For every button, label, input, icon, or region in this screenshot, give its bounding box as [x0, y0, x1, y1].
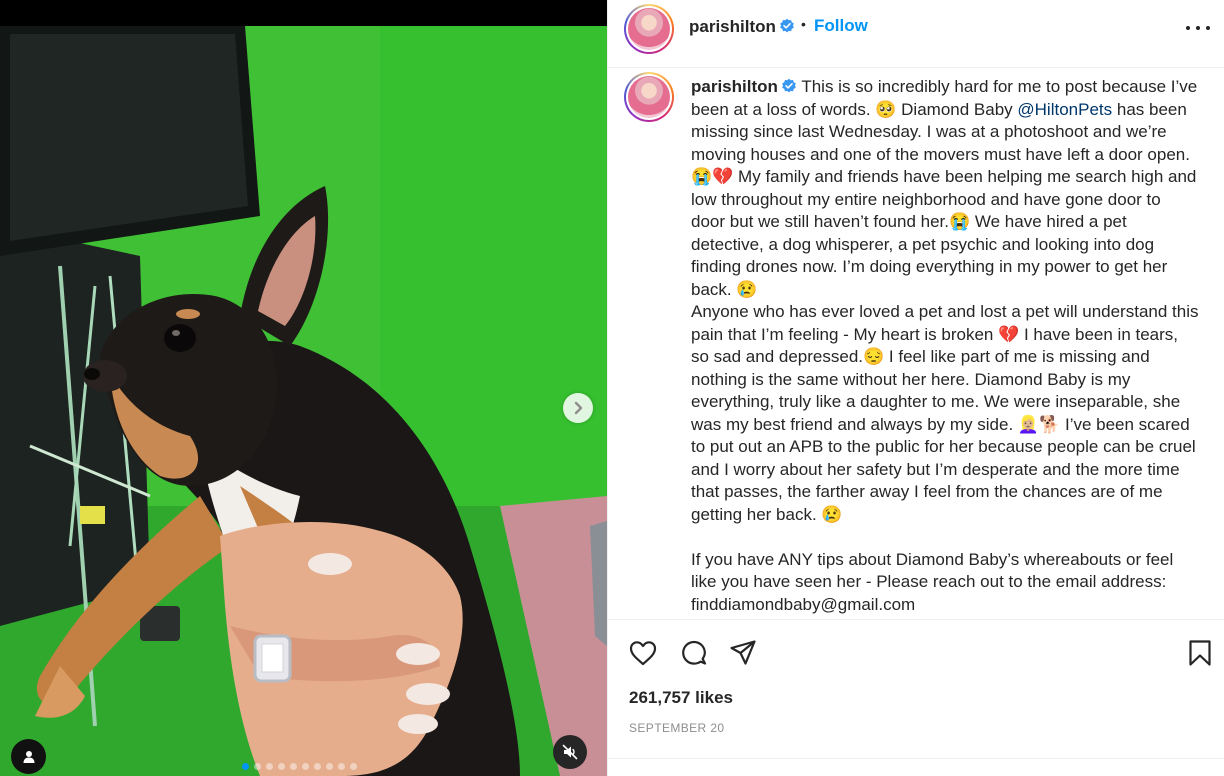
post-caption: parishilton This is so incredibly hard f…: [691, 76, 1199, 616]
caption-paragraph-2: Anyone who has ever loved a pet and lost…: [691, 302, 1199, 524]
carousel-dot: [278, 763, 285, 770]
follow-button[interactable]: Follow: [814, 16, 868, 36]
carousel-dot: [266, 763, 273, 770]
likes-count[interactable]: 261,757 likes: [629, 688, 733, 708]
media-top-bar: [0, 0, 607, 26]
author-avatar[interactable]: [624, 4, 674, 54]
author-username-link[interactable]: parishilton: [689, 17, 795, 37]
caption-paragraph-3: If you have ANY tips about Diamond Baby’…: [691, 549, 1174, 614]
carousel-indicator: [242, 763, 357, 771]
chevron-right-icon: [574, 401, 583, 415]
avatar-image: [628, 8, 670, 50]
more-options-button[interactable]: [1186, 20, 1210, 36]
verified-badge-icon: [780, 18, 794, 33]
carousel-dot: [338, 763, 345, 770]
post-details-panel: parishilton • Follow parishilton This is…: [607, 0, 1224, 776]
mute-toggle-button[interactable]: [553, 735, 587, 769]
avatar-image: [628, 76, 670, 118]
caption-username-link[interactable]: parishilton: [691, 77, 797, 96]
post-header: parishilton • Follow: [608, 0, 1224, 68]
divider: [608, 758, 1224, 759]
carousel-dot: [254, 763, 261, 770]
post-date[interactable]: SEPTEMBER 20: [629, 721, 725, 735]
carousel-dot: [290, 763, 297, 770]
post-photo: [0, 26, 607, 776]
author-username: parishilton: [689, 17, 776, 36]
carousel-dot: [350, 763, 357, 770]
caption-text: has been missing since last Wednesday. I…: [691, 99, 1197, 299]
verified-badge-icon: [782, 78, 796, 93]
mention-link[interactable]: @HiltonPets: [1017, 100, 1112, 119]
muted-speaker-icon: [562, 744, 578, 760]
next-slide-button[interactable]: [563, 393, 593, 423]
divider: [608, 619, 1224, 620]
caption-author-avatar[interactable]: [624, 72, 674, 122]
comment-icon[interactable]: [679, 638, 709, 668]
more-icon: [1186, 26, 1190, 30]
user-tag-icon: [23, 750, 34, 763]
post-media: [0, 0, 607, 776]
heart-icon[interactable]: [628, 638, 658, 668]
caption-paragraph-1: parishilton This is so incredibly hard f…: [691, 76, 1199, 301]
carousel-dot: [242, 763, 249, 770]
carousel-dot: [302, 763, 309, 770]
share-icon[interactable]: [728, 638, 758, 668]
header-separator: •: [801, 16, 806, 32]
carousel-dot: [314, 763, 321, 770]
tagged-users-button[interactable]: [11, 739, 46, 774]
bookmark-icon[interactable]: [1185, 638, 1215, 668]
carousel-dot: [326, 763, 333, 770]
